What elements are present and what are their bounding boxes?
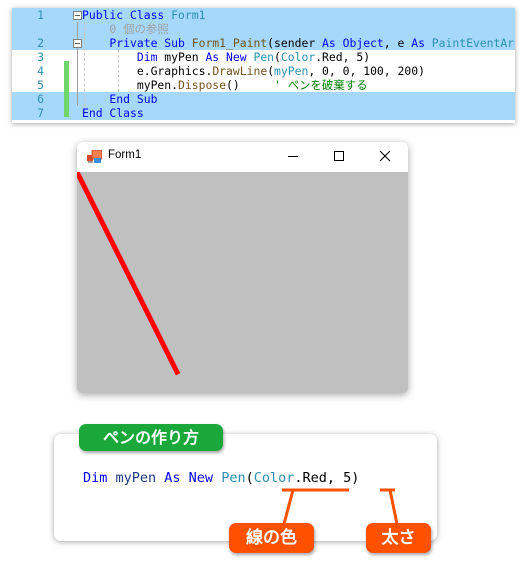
minimize-button[interactable] xyxy=(270,142,316,172)
close-icon xyxy=(379,150,391,162)
code-line[interactable]: 1 Public Class Form1 xyxy=(12,8,515,22)
line-number: 1 xyxy=(37,8,44,22)
maximize-button[interactable] xyxy=(316,142,362,172)
title-bar[interactable]: Form1 xyxy=(77,142,408,172)
snippet-token: Color xyxy=(253,470,295,486)
fold-line xyxy=(77,50,78,106)
code-line[interactable]: 3 Dim myPen As New Pen(Color.Red, 5) xyxy=(12,50,515,64)
snippet-token: ( xyxy=(245,470,254,486)
pen-code-snippet: Dim myPen As New Pen(Color.Red, 5) xyxy=(83,469,359,487)
code-text: Dim myPen As New Pen(Color.Red, 5) xyxy=(82,50,370,64)
code-token: , 0, 0, 100, 200) xyxy=(308,64,425,78)
code-editor[interactable]: 1 Public Class Form1 0 個の参照 2 Private Sub … xyxy=(12,8,515,123)
code-text: End Sub xyxy=(82,92,157,106)
code-token: Form1_Paint xyxy=(191,36,268,50)
code-token: ' ペンを破棄する xyxy=(274,78,368,92)
code-text: myPen.Dispose() ' ペンを破棄する xyxy=(82,78,368,92)
code-token: () xyxy=(226,78,275,92)
code-line[interactable]: 4 e.Graphics.DrawLine(myPen, 0, 0, 100, … xyxy=(12,64,515,78)
form-client-area[interactable] xyxy=(77,172,408,393)
code-token: myPen. xyxy=(82,78,179,92)
form1-window[interactable]: Form1 xyxy=(77,142,408,393)
collapse-sub-icon[interactable] xyxy=(73,39,82,48)
snippet-token: Dim xyxy=(83,470,116,486)
form-app-icon xyxy=(87,150,102,163)
code-token: e.Graphics. xyxy=(82,64,213,78)
drawn-red-line xyxy=(77,172,181,376)
code-text: Public Class Form1 xyxy=(82,8,205,22)
window-title: Form1 xyxy=(108,149,142,161)
code-token: End Sub xyxy=(82,92,158,106)
code-line[interactable]: 7 End Class xyxy=(12,106,515,120)
snippet-token: As New xyxy=(164,470,222,486)
code-line[interactable]: 6 End Sub xyxy=(12,92,515,106)
snippet-token: Pen xyxy=(221,470,246,486)
code-token: ( xyxy=(274,50,281,64)
code-token: As New xyxy=(205,50,254,64)
code-token: Color xyxy=(280,50,316,64)
label-line-width: 太さ xyxy=(366,523,431,553)
minimize-icon xyxy=(288,156,298,157)
code-token: PaintEventArgs) xyxy=(431,36,515,50)
code-token: , e xyxy=(383,36,412,50)
line-number: 4 xyxy=(37,64,44,78)
collapse-class-icon[interactable] xyxy=(73,11,82,20)
maximize-icon xyxy=(334,151,344,161)
code-token: 0 個の参照 xyxy=(82,22,169,36)
close-button[interactable] xyxy=(362,142,408,172)
snippet-token: myPen xyxy=(115,470,165,486)
code-token: Object xyxy=(342,36,384,50)
code-token: myPen xyxy=(274,64,309,78)
line-number: 3 xyxy=(37,50,44,64)
code-text: End Class xyxy=(82,106,144,120)
line-number: 2 xyxy=(37,36,44,50)
line-number: 5 xyxy=(37,78,44,92)
code-text: Private Sub Form1_Paint(sender As Object… xyxy=(82,36,515,50)
code-token: End Class xyxy=(82,106,144,120)
code-token: As xyxy=(322,36,343,50)
code-token: Dim xyxy=(82,50,165,64)
code-line[interactable]: 0 個の参照 xyxy=(12,22,515,36)
code-token: .Red, 5) xyxy=(315,50,371,64)
code-text: 0 個の参照 xyxy=(82,22,169,36)
label-line-color: 線の色 xyxy=(229,523,314,553)
code-token: (sender xyxy=(267,36,323,50)
code-token: Form1 xyxy=(171,8,206,22)
line-number: 6 xyxy=(37,92,44,106)
code-token: DrawLine xyxy=(212,64,268,78)
code-token: Pen xyxy=(253,50,275,64)
code-line[interactable]: 2 Private Sub Form1_Paint(sender As Obje… xyxy=(12,36,515,50)
code-line[interactable]: 5 myPen.Dispose() ' ペンを破棄する xyxy=(12,78,515,92)
code-token: Private Sub xyxy=(82,36,192,50)
line-number: 7 xyxy=(37,106,44,120)
code-token: Dispose xyxy=(178,78,227,92)
code-text: e.Graphics.DrawLine(myPen, 0, 0, 100, 20… xyxy=(82,64,425,78)
code-token: Public Class xyxy=(82,8,172,22)
change-indicator-bar xyxy=(64,61,69,117)
indent-guide xyxy=(84,22,85,107)
code-token: myPen xyxy=(164,50,206,64)
callout-heading: ペンの作り方 xyxy=(79,424,223,451)
snippet-token: .Red, 5) xyxy=(294,470,360,486)
indent-guide xyxy=(118,50,119,92)
code-token: As xyxy=(411,36,432,50)
